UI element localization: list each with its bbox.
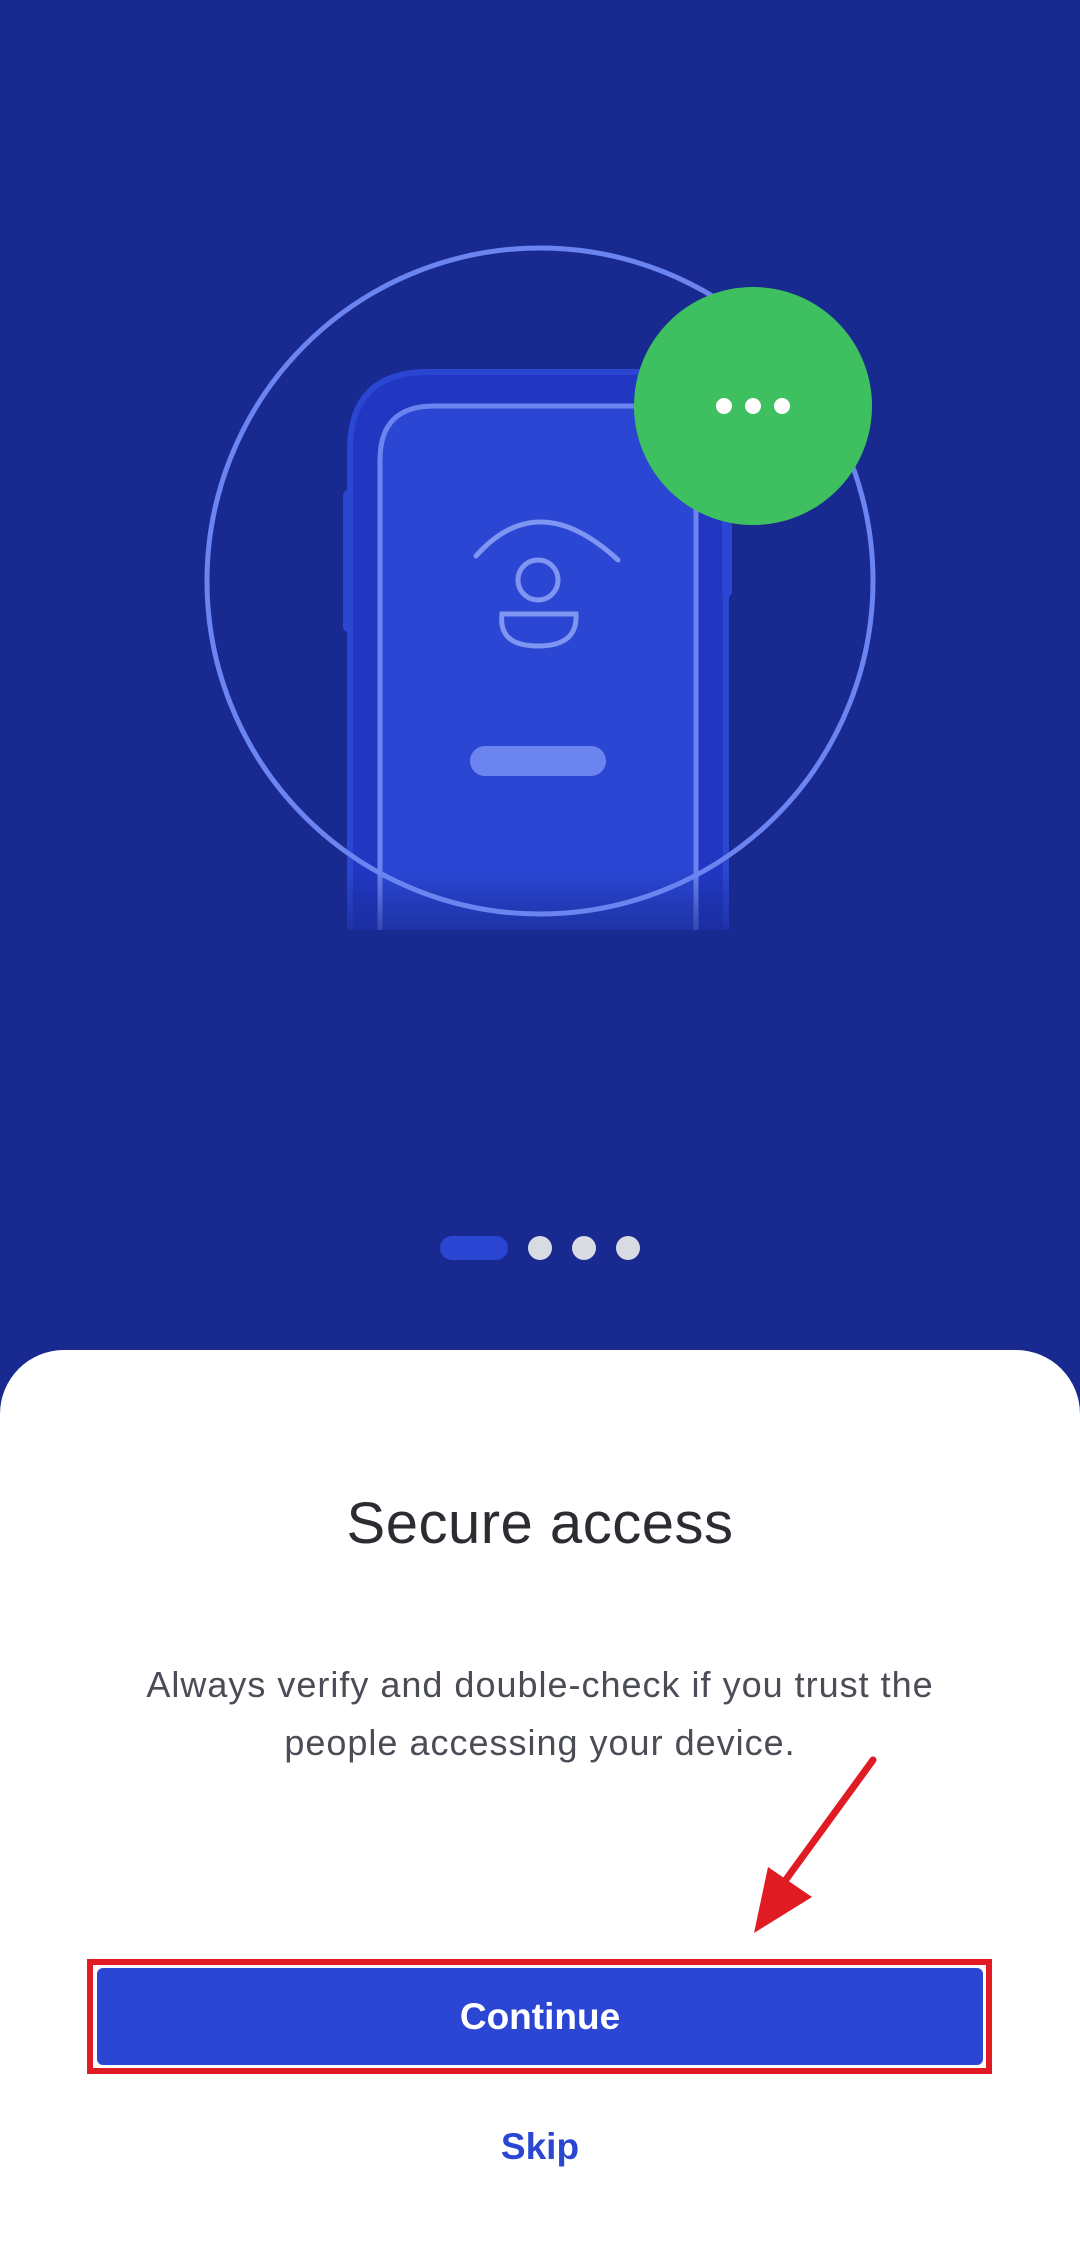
page-dot xyxy=(616,1236,640,1260)
page-dot xyxy=(528,1236,552,1260)
page-indicator xyxy=(0,1236,1080,1260)
annotation-arrow-icon xyxy=(754,1756,877,1933)
page-title: Secure access xyxy=(346,1491,734,1556)
onboarding-hero xyxy=(0,0,1080,1360)
onboarding-card: Secure access Always verify and double-c… xyxy=(0,1350,1080,2253)
secure-access-illustration xyxy=(204,245,876,960)
page-dot xyxy=(572,1236,596,1260)
page-dot-active xyxy=(440,1236,508,1260)
more-dots-icon xyxy=(634,287,872,525)
continue-button[interactable]: Continue xyxy=(97,1968,983,2065)
skip-link[interactable]: Skip xyxy=(0,2126,1080,2168)
